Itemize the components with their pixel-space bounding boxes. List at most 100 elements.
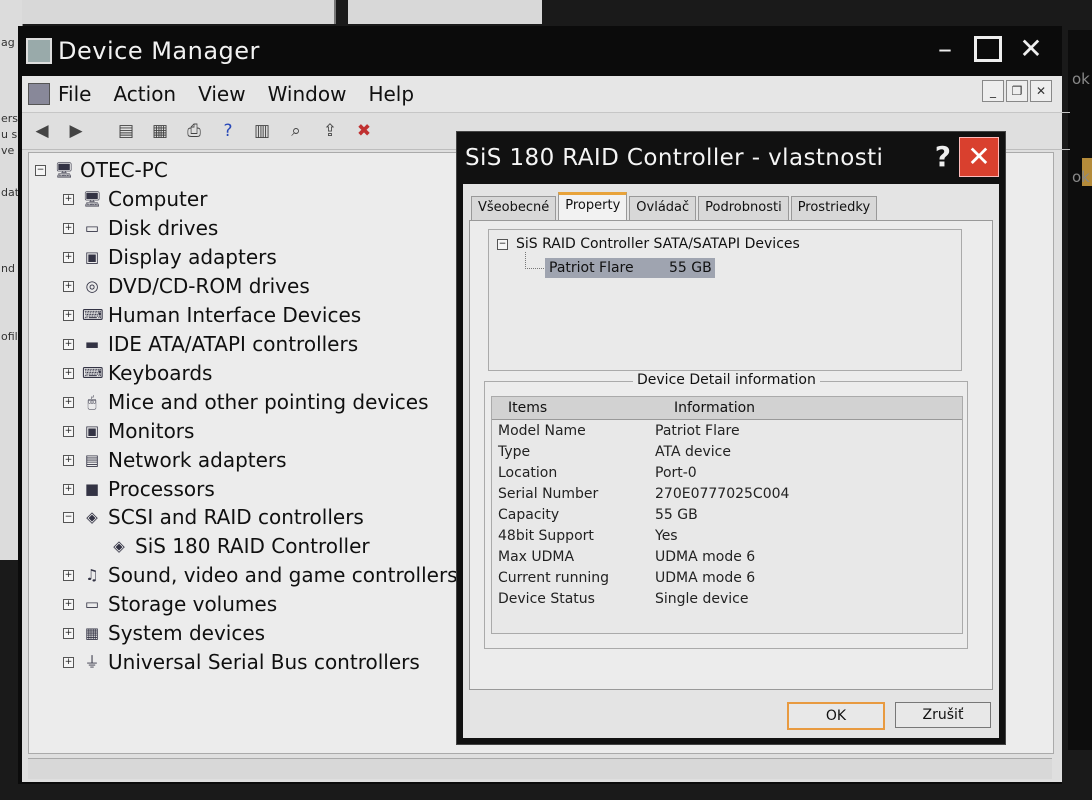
expand-icon[interactable]: +: [63, 222, 74, 234]
menu-help[interactable]: Help: [368, 82, 414, 106]
expand-icon[interactable]: +: [63, 569, 74, 581]
background-window-right: ok ok: [1068, 30, 1092, 750]
tree-item-label: Computer: [108, 187, 208, 211]
disk-size: 55 GB: [669, 260, 712, 276]
expand-icon[interactable]: +: [63, 454, 74, 466]
sound-icon: ♫: [85, 566, 99, 584]
tab-vseobecne[interactable]: Všeobecné: [471, 196, 557, 221]
tree-item-system-devices[interactable]: + ▦ System devices: [63, 620, 265, 646]
mdi-minimize-button[interactable]: _: [982, 80, 1004, 102]
tree-item-network-adapters[interactable]: + ▤ Network adapters: [63, 447, 287, 473]
forward-icon[interactable]: ▶: [64, 120, 88, 142]
help-button[interactable]: ?: [935, 140, 951, 173]
dialog-title: SiS 180 RAID Controller - vlastnosti: [465, 145, 884, 171]
tree-item-disk-drives[interactable]: + ▭ Disk drives: [63, 215, 218, 241]
device-detail-group: Device Detail information Items Informat…: [484, 372, 968, 649]
expand-icon[interactable]: +: [63, 367, 74, 379]
table-row: Current running UDMA mode 6: [492, 569, 962, 589]
scan-hardware-icon[interactable]: ⌕: [284, 120, 308, 142]
expand-icon[interactable]: +: [63, 656, 74, 668]
window-title: Device Manager: [58, 37, 260, 65]
tree-item-storage-volumes[interactable]: + ▭ Storage volumes: [63, 591, 277, 617]
tab-podrobnosti[interactable]: Podrobnosti: [698, 196, 789, 221]
row-information: UDMA mode 6: [655, 570, 756, 586]
raid-tree-root-label: SiS RAID Controller SATA/SATAPI Devices: [516, 236, 800, 252]
minimize-button[interactable]: –: [928, 32, 962, 66]
expand-icon[interactable]: +: [63, 627, 74, 639]
dialog-title-bar[interactable]: SiS 180 RAID Controller - vlastnosti ? ✕: [457, 132, 1005, 184]
help-icon[interactable]: ?: [216, 120, 240, 142]
collapse-icon[interactable]: −: [63, 511, 74, 523]
close-button[interactable]: ✕: [1014, 32, 1048, 66]
collapse-icon[interactable]: −: [497, 238, 508, 250]
print-icon[interactable]: ⎙: [182, 120, 206, 142]
tree-item-label: SCSI and RAID controllers: [108, 505, 364, 529]
expand-icon[interactable]: +: [63, 396, 74, 408]
tab-prostriedky[interactable]: Prostriedky: [790, 196, 878, 221]
expand-icon[interactable]: +: [63, 280, 74, 292]
tree-item-ide-controllers[interactable]: + ▬ IDE ATA/ATAPI controllers: [63, 331, 358, 357]
view-icon[interactable]: ▥: [250, 120, 274, 142]
maximize-button[interactable]: [974, 36, 1002, 62]
mdi-close-button[interactable]: ✕: [1030, 80, 1052, 102]
mdi-restore-button[interactable]: ❐: [1006, 80, 1028, 102]
expand-icon[interactable]: +: [63, 309, 74, 321]
table-header: Items Information: [492, 397, 962, 420]
title-bar[interactable]: Device Manager – ✕: [18, 26, 1062, 76]
expand-icon[interactable]: +: [63, 251, 74, 263]
raid-device-tree: − SiS RAID Controller SATA/SATAPI Device…: [488, 229, 962, 371]
tree-item-sound-video[interactable]: + ♫ Sound, video and game controllers: [63, 562, 458, 588]
tree-item-dvd-drives[interactable]: + ◎ DVD/CD-ROM drives: [63, 273, 310, 299]
tree-item-sis-raid-controller[interactable]: ◈ SiS 180 RAID Controller: [109, 533, 369, 559]
expand-icon[interactable]: +: [63, 425, 74, 437]
properties-icon[interactable]: ▦: [148, 120, 172, 142]
table-row: Capacity 55 GB: [492, 506, 962, 526]
menu-view[interactable]: View: [198, 82, 245, 106]
raid-tree-root[interactable]: − SiS RAID Controller SATA/SATAPI Device…: [497, 236, 800, 252]
tree-root[interactable]: − 🖥 OTEC-PC: [35, 157, 168, 183]
tree-item-mice[interactable]: + 🖱 Mice and other pointing devices: [63, 389, 429, 415]
menu-window[interactable]: Window: [268, 82, 347, 106]
row-item: Capacity: [498, 507, 560, 523]
menu-file[interactable]: File: [58, 82, 91, 106]
cancel-button[interactable]: Zrušiť: [895, 702, 991, 728]
show-hide-tree-icon[interactable]: ▤: [114, 120, 138, 142]
status-bar: [28, 758, 1052, 779]
expand-icon[interactable]: +: [63, 483, 74, 495]
column-header-items[interactable]: Items: [508, 400, 547, 416]
tree-item-monitors[interactable]: + ▣ Monitors: [63, 418, 194, 444]
tree-item-display-adapters[interactable]: + ▣ Display adapters: [63, 244, 277, 270]
tree-item-keyboards[interactable]: + ⌨ Keyboards: [63, 360, 212, 386]
table-row: 48bit Support Yes: [492, 527, 962, 547]
column-header-information[interactable]: Information: [674, 400, 755, 416]
collapse-icon[interactable]: −: [35, 164, 46, 176]
background-window-top: [22, 0, 336, 24]
tree-item-processors[interactable]: + ■ Processors: [63, 476, 215, 502]
ok-button[interactable]: OK: [787, 702, 885, 730]
dialog-close-button[interactable]: ✕: [959, 137, 999, 177]
dvd-drive-icon: ◎: [85, 277, 99, 295]
menu-action[interactable]: Action: [113, 82, 176, 106]
back-icon[interactable]: ◀: [30, 120, 54, 142]
tab-ovladac[interactable]: Ovládač: [629, 196, 697, 221]
row-information: 270E0777025C004: [655, 486, 790, 502]
processor-icon: ■: [84, 480, 100, 498]
row-information: Yes: [655, 528, 678, 544]
expand-icon[interactable]: +: [63, 193, 74, 205]
network-adapter-icon: ▤: [84, 451, 100, 469]
tree-item-label: Mice and other pointing devices: [108, 390, 429, 414]
keyboard-icon: ⌨: [82, 364, 104, 382]
tree-item-usb-controllers[interactable]: + ⏚ Universal Serial Bus controllers: [63, 649, 420, 675]
tree-item-scsi-raid-controllers[interactable]: − ◈ SCSI and RAID controllers: [63, 504, 364, 530]
tree-item-computer[interactable]: + 🖥 Computer: [63, 186, 207, 212]
raid-tree-disk-item[interactable]: Patriot Flare 55 GB: [545, 258, 715, 278]
update-driver-icon[interactable]: ⇪: [318, 120, 342, 142]
row-item: Location: [498, 465, 558, 481]
row-item: Serial Number: [498, 486, 599, 502]
expand-icon[interactable]: +: [63, 338, 74, 350]
tab-property[interactable]: Property: [558, 192, 628, 223]
uninstall-icon[interactable]: ✖: [352, 120, 376, 142]
expand-icon[interactable]: +: [63, 598, 74, 610]
system-menu-icon[interactable]: [28, 83, 50, 105]
tree-item-human-interface-devices[interactable]: + ⌨ Human Interface Devices: [63, 302, 361, 328]
